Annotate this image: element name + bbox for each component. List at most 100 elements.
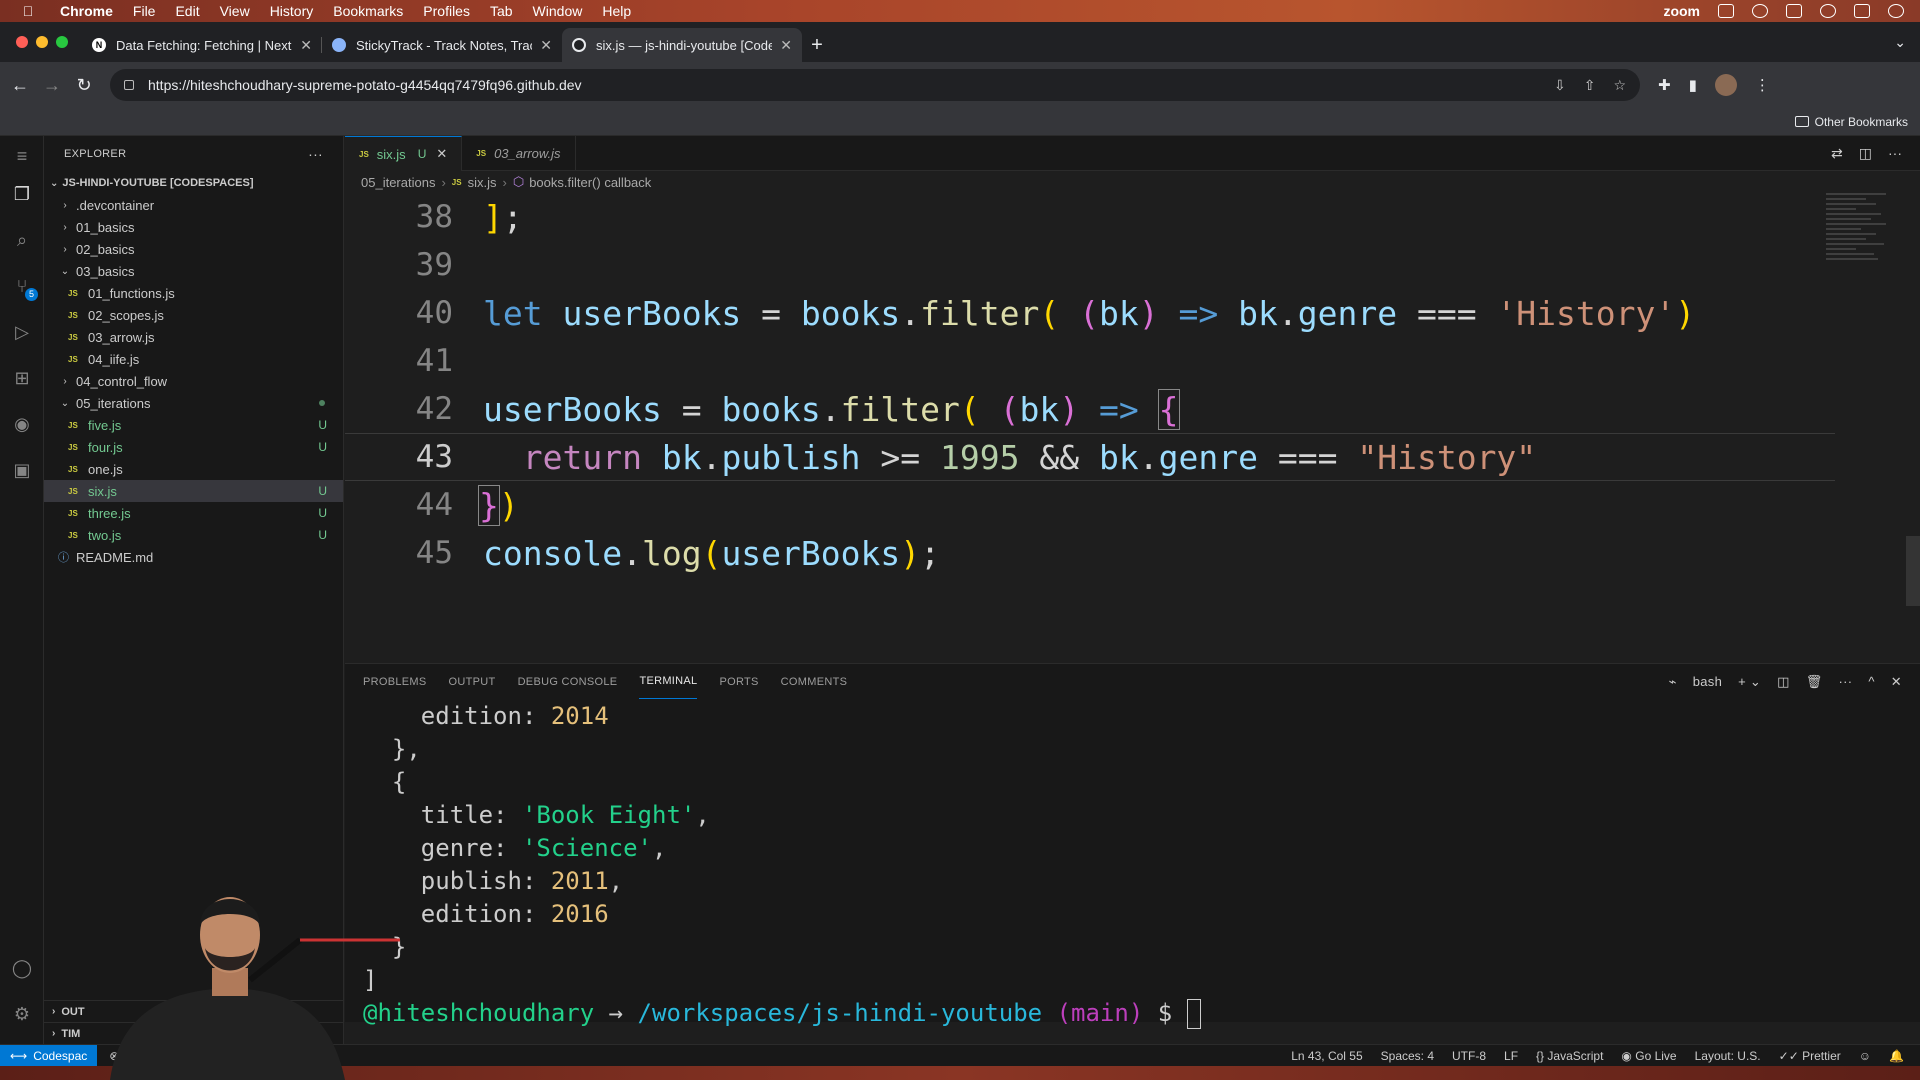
trash-icon[interactable]: 🗑: [1806, 674, 1823, 690]
more-actions-icon[interactable]: ···: [1888, 145, 1902, 161]
other-bookmarks[interactable]: Other Bookmarks: [1815, 115, 1908, 129]
menu-app[interactable]: Chrome: [60, 3, 113, 19]
more-actions-icon[interactable]: ···: [1839, 674, 1853, 689]
notifications-bell-icon[interactable]: 🔔: [1889, 1049, 1904, 1063]
editor-scrollbar[interactable]: [1906, 536, 1920, 606]
folder-02-basics[interactable]: › 02_basics: [44, 238, 343, 260]
close-tab-icon[interactable]: ✕: [300, 37, 312, 54]
keyboard-layout[interactable]: Layout: U.S.: [1695, 1049, 1761, 1063]
reload-button[interactable]: ↻: [68, 75, 100, 96]
workspace-root[interactable]: ⌄ JS-HINDI-YOUTUBE [CODESPACES]: [44, 172, 343, 194]
share-icon[interactable]: ⇧: [1584, 77, 1596, 94]
folder-05-iterations[interactable]: ⌄ 05_iterations: [44, 392, 343, 414]
forward-button[interactable]: →: [36, 75, 68, 96]
zoom-menu-label[interactable]: zoom: [1663, 3, 1700, 19]
terminal-output[interactable]: edition: 2014 }, { title: 'Book Eight', …: [363, 700, 1201, 1030]
profile-avatar[interactable]: [1714, 74, 1737, 96]
tab-ports[interactable]: PORTS: [719, 664, 758, 699]
minimap[interactable]: [1826, 193, 1896, 313]
menu-tab[interactable]: Tab: [490, 3, 513, 19]
file-03-arrow-js[interactable]: JS 03_arrow.js: [44, 326, 343, 348]
tab-terminal[interactable]: TERMINAL: [639, 664, 698, 699]
chrome-menu-icon[interactable]: ⋮: [1755, 76, 1770, 94]
split-terminal-icon[interactable]: ◫: [1777, 674, 1790, 690]
breadcrumb-folder[interactable]: 05_iterations: [361, 175, 435, 190]
editor-tab-03-arrow-js[interactable]: JS 03_arrow.js: [462, 136, 576, 171]
close-panel-icon[interactable]: ✕: [1891, 674, 1902, 690]
file-01-functions-js[interactable]: JS 01_functions.js: [44, 282, 343, 304]
go-live-button[interactable]: ◉ Go Live: [1621, 1049, 1676, 1063]
file-readme[interactable]: ⓘ README.md: [44, 546, 343, 568]
breadcrumb-file[interactable]: six.js: [468, 175, 497, 190]
address-bar[interactable]: https://hiteshchoudhary-supreme-potato-g…: [110, 69, 1640, 101]
editor-tab-six-js[interactable]: JS six.js U ✕: [345, 136, 463, 171]
file-04-iife-js[interactable]: JS 04_iife.js: [44, 348, 343, 370]
extensions-icon[interactable]: ✚: [1658, 76, 1671, 94]
new-terminal-icon[interactable]: + ⌄: [1738, 674, 1761, 690]
back-button[interactable]: ←: [4, 75, 36, 96]
github-icon[interactable]: ◉: [10, 412, 34, 436]
end-of-line[interactable]: LF: [1504, 1049, 1518, 1063]
indentation[interactable]: Spaces: 4: [1381, 1049, 1434, 1063]
minimize-window-button[interactable]: [36, 36, 48, 48]
menu-window[interactable]: Window: [533, 3, 583, 19]
search-icon[interactable]: ⌕: [10, 228, 34, 252]
compare-changes-icon[interactable]: ⇄: [1831, 145, 1843, 162]
grid-icon[interactable]: [1718, 4, 1734, 18]
menu-help[interactable]: Help: [602, 3, 631, 19]
breadcrumb-symbol[interactable]: books.filter() callback: [529, 175, 651, 190]
new-tab-button[interactable]: +: [802, 28, 832, 62]
tab-problems[interactable]: PROBLEMS: [363, 664, 427, 699]
gmail-icon[interactable]: [1752, 4, 1768, 18]
maximize-window-button[interactable]: [56, 36, 68, 48]
siri-icon[interactable]: [1888, 4, 1904, 18]
menu-file[interactable]: File: [133, 3, 156, 19]
split-editor-icon[interactable]: ◫: [1859, 145, 1872, 162]
file-one-js[interactable]: JS one.js: [44, 458, 343, 480]
accounts-icon[interactable]: ◯: [10, 956, 34, 980]
file-six-js[interactable]: JS six.js U: [44, 480, 343, 502]
folder-01-basics[interactable]: › 01_basics: [44, 216, 343, 238]
settings-gear-icon[interactable]: ⚙: [10, 1002, 34, 1026]
browser-tab-nextjs[interactable]: N Data Fetching: Fetching | Next ✕: [82, 28, 322, 62]
file-two-js[interactable]: JS two.js U: [44, 524, 343, 546]
close-tab-icon[interactable]: ✕: [780, 37, 792, 54]
camera-icon[interactable]: [1786, 4, 1802, 18]
cursor-position[interactable]: Ln 43, Col 55: [1291, 1049, 1362, 1063]
explorer-icon[interactable]: ❐: [10, 182, 34, 206]
close-tab-icon[interactable]: ✕: [436, 146, 447, 162]
docker-icon[interactable]: ▣: [10, 458, 34, 482]
menu-view[interactable]: View: [220, 3, 250, 19]
tab-output[interactable]: OUTPUT: [449, 664, 496, 699]
maximize-panel-icon[interactable]: ^: [1868, 674, 1874, 689]
side-panel-icon[interactable]: ▮: [1689, 76, 1697, 94]
file-five-js[interactable]: JS five.js U: [44, 414, 343, 436]
menu-history[interactable]: History: [270, 3, 314, 19]
folder-04-control-flow[interactable]: › 04_control_flow: [44, 370, 343, 392]
close-window-button[interactable]: [16, 36, 28, 48]
file-three-js[interactable]: JS three.js U: [44, 502, 343, 524]
folder--devcontainer[interactable]: › .devcontainer: [44, 194, 343, 216]
feedback-icon[interactable]: ☺: [1859, 1049, 1871, 1063]
install-app-icon[interactable]: ⇩: [1554, 77, 1566, 94]
control-center-icon[interactable]: [1854, 4, 1870, 18]
apple-icon[interactable]: : [18, 3, 38, 19]
more-actions-icon[interactable]: ···: [308, 146, 323, 162]
tab-comments[interactable]: COMMENTS: [781, 664, 848, 699]
browser-tab-stickytrack[interactable]: StickyTrack - Track Notes, Trac ✕: [322, 28, 562, 62]
source-control-icon[interactable]: ⑂ 5: [10, 274, 38, 301]
tab-debug-console[interactable]: DEBUG CONSOLE: [518, 664, 618, 699]
lock-icon[interactable]: [124, 80, 134, 90]
file-four-js[interactable]: JS four.js U: [44, 436, 343, 458]
menu-edit[interactable]: Edit: [175, 3, 199, 19]
tab-search-icon[interactable]: ⌄: [1894, 34, 1906, 51]
menu-icon[interactable]: ≡: [10, 144, 34, 168]
prettier-status[interactable]: ✓✓ Prettier: [1779, 1049, 1841, 1063]
language-mode[interactable]: {} JavaScript: [1536, 1049, 1603, 1063]
run-debug-icon[interactable]: ▷: [10, 320, 34, 344]
menu-bookmarks[interactable]: Bookmarks: [333, 3, 403, 19]
browser-tab-codespace[interactable]: six.js — js-hindi-youtube [Code ✕: [562, 28, 802, 62]
close-tab-icon[interactable]: ✕: [540, 37, 552, 54]
file-02-scopes-js[interactable]: JS 02_scopes.js: [44, 304, 343, 326]
extensions-icon[interactable]: ⊞: [10, 366, 34, 390]
